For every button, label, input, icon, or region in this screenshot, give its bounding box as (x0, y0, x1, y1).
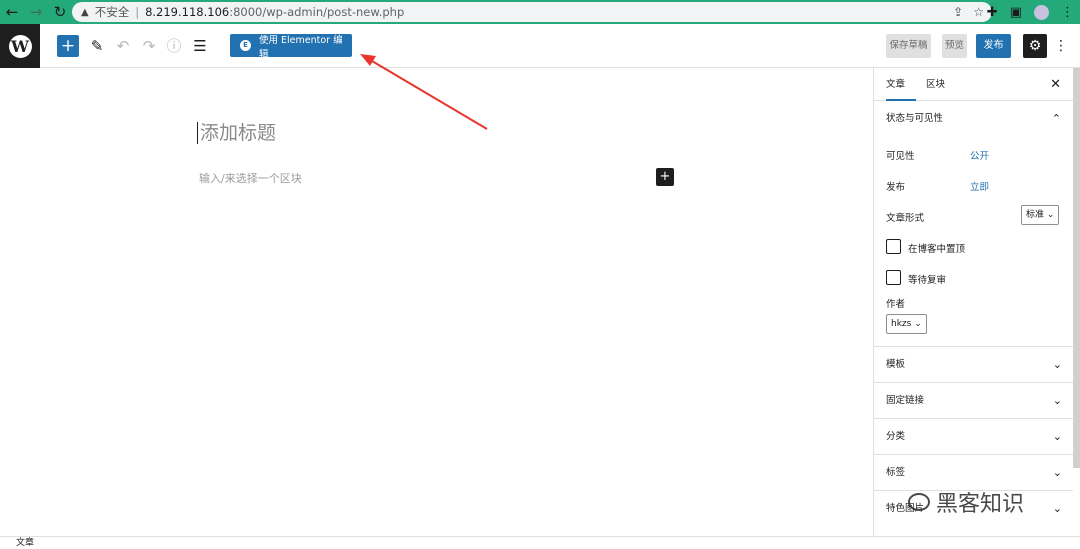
chevron-down-icon: ⌄ (1052, 430, 1062, 443)
publish-button[interactable]: 发布 (976, 34, 1011, 58)
chevron-down-icon: ⌄ (1052, 502, 1062, 515)
sidebar-scrollbar[interactable] (1073, 68, 1080, 468)
settings-sidebar: 文章 区块 ✕ 状态与可见性 ⌃ 可见性 公开 发布 立即 文章形式 标准 ⌄ … (873, 68, 1073, 536)
chevron-up-icon: ⌃ (1051, 112, 1061, 125)
wordpress-icon: W (8, 34, 32, 58)
more-options-icon[interactable]: ⋮ (1054, 34, 1068, 58)
author-label: 作者 (886, 299, 906, 310)
chevron-down-icon: ⌄ (1046, 210, 1055, 220)
save-draft-button[interactable]: 保存草稿 (886, 34, 931, 58)
publish-date-value[interactable]: 立即 (970, 179, 989, 193)
author-value: hkzs (891, 319, 912, 329)
undo-icon[interactable]: ↶ (112, 35, 134, 57)
url-host: 8.219.118.106 (145, 5, 230, 19)
profile-avatar[interactable] (1034, 4, 1049, 20)
elementor-icon: E (240, 40, 251, 51)
post-title-input[interactable]: 添加标题 (197, 122, 276, 144)
address-bar[interactable]: ▲ 不安全 | 8.219.118.106:8000/wp-admin/post… (72, 2, 992, 22)
panel-title: 模板 (886, 359, 906, 370)
elementor-button-label: 使用 Elementor 编辑 (258, 34, 343, 60)
forward-arrow-icon[interactable]: → (24, 0, 48, 24)
edit-with-elementor-button[interactable]: E 使用 Elementor 编辑 (230, 34, 352, 60)
address-separator: | (135, 5, 140, 19)
template-panel[interactable]: 模板 ⌄ (874, 346, 1073, 382)
url-path: :8000/wp-admin/post-new.php (229, 5, 405, 19)
pencil-icon[interactable]: ✎ (86, 35, 108, 57)
categories-panel[interactable]: 分类 ⌄ (874, 418, 1073, 454)
breadcrumb-item[interactable]: 文章 (16, 538, 34, 548)
browser-toolbar: ← → ↻ ▲ 不安全 | 8.219.118.106:8000/wp-admi… (0, 0, 1080, 24)
block-appender[interactable]: 输入/来选择一个区块 (199, 170, 302, 186)
sticky-checkbox[interactable] (886, 239, 901, 254)
info-icon[interactable]: ⓘ (163, 35, 185, 57)
watermark-text: 黑客知识 (936, 492, 1025, 517)
publish-date-label: 发布 (886, 182, 906, 193)
permalink-panel[interactable]: 固定链接 ⌄ (874, 382, 1073, 418)
list-view-icon[interactable]: ☰ (189, 35, 211, 57)
browser-menu-icon[interactable]: ⋮ (1061, 5, 1074, 20)
editor-canvas: 添加标题 输入/来选择一个区块 + (0, 68, 873, 536)
preview-button[interactable]: 预览 (942, 34, 967, 58)
editor-header: W + ✎ ↶ ↷ ⓘ ☰ E 使用 Elementor 编辑 保存草稿 预览 … (0, 24, 1080, 68)
visibility-label: 可见性 (886, 151, 915, 162)
redo-icon[interactable]: ↷ (138, 35, 160, 57)
author-select[interactable]: hkzs ⌄ (886, 314, 927, 334)
post-format-value: 标准 (1026, 210, 1045, 220)
warning-icon: ▲ (81, 6, 89, 18)
visibility-value[interactable]: 公开 (970, 148, 989, 162)
extensions-icon[interactable]: ✚ (987, 5, 998, 20)
wechat-icon (908, 493, 930, 511)
panel-title: 状态与可见性 (886, 113, 944, 124)
back-arrow-icon[interactable]: ← (0, 0, 24, 24)
inline-add-block-button[interactable]: + (656, 168, 674, 186)
tab-block[interactable]: 区块 (926, 68, 945, 101)
pending-review-checkbox[interactable] (886, 270, 901, 285)
watermark: 黑客知识 (908, 486, 1024, 518)
chevron-down-icon: ⌄ (1052, 394, 1062, 407)
sidebar-tabs: 文章 区块 ✕ (874, 68, 1073, 101)
insecure-label: 不安全 (94, 5, 130, 19)
bookmark-star-icon[interactable]: ☆ (973, 5, 984, 19)
chevron-down-icon: ⌄ (1052, 466, 1062, 479)
reload-icon[interactable]: ↻ (48, 0, 72, 24)
sticky-label: 在博客中置顶 (908, 244, 966, 255)
panel-title: 标签 (886, 467, 906, 478)
chevron-down-icon: ⌄ (914, 319, 922, 329)
close-icon[interactable]: ✕ (1050, 68, 1061, 101)
panel-title: 分类 (886, 431, 906, 442)
tab-post[interactable]: 文章 (886, 68, 916, 101)
status-visibility-panel-header[interactable]: 状态与可见性 ⌃ (874, 101, 1073, 137)
breadcrumb: 文章 (0, 536, 1080, 549)
pending-review-label: 等待复审 (908, 275, 947, 286)
chevron-down-icon: ⌄ (1052, 358, 1062, 371)
share-icon[interactable]: ⇪ (953, 5, 963, 19)
side-panel-icon[interactable]: ▣ (1010, 5, 1022, 20)
settings-gear-icon[interactable]: ⚙ (1023, 34, 1047, 58)
post-format-select[interactable]: 标准 ⌄ (1021, 205, 1060, 225)
panel-title: 固定链接 (886, 395, 925, 406)
tags-panel[interactable]: 标签 ⌄ (874, 454, 1073, 490)
post-format-label: 文章形式 (886, 213, 925, 224)
wordpress-logo[interactable]: W (0, 24, 40, 68)
add-block-button[interactable]: + (57, 35, 79, 57)
